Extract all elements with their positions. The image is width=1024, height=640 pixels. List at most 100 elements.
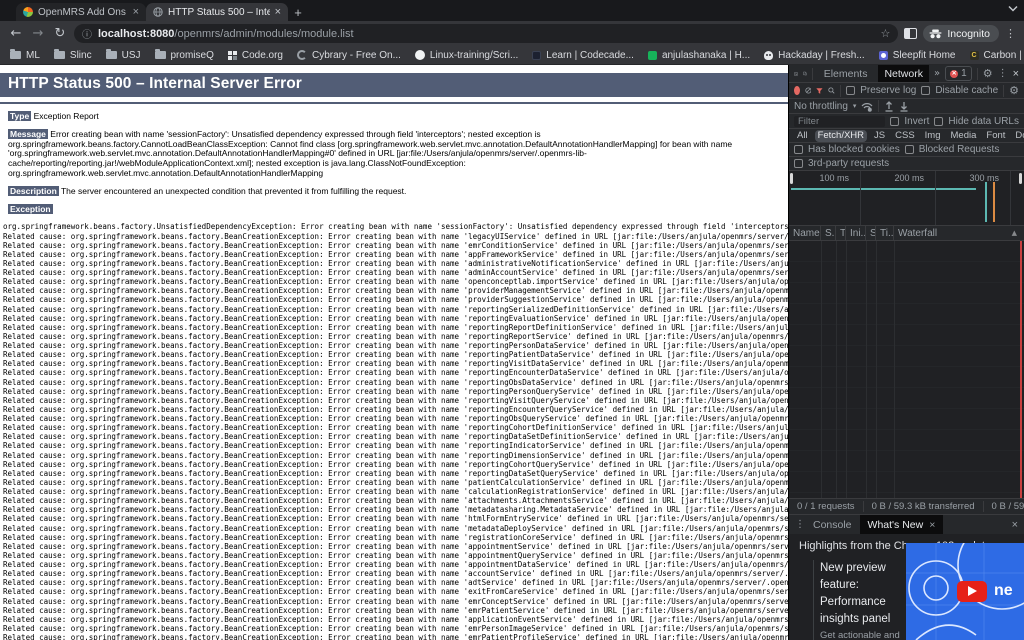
openmrs-favicon: [23, 7, 33, 17]
preserve-log-checkbox[interactable]: [846, 86, 856, 95]
address-bar[interactable]: ⓘ localhost:8080/openmrs/admin/modules/m…: [74, 24, 899, 43]
load-event-line: [1020, 241, 1022, 498]
column-header-ti[interactable]: Ti...: [876, 226, 894, 240]
reload-icon[interactable]: ↻: [52, 27, 68, 40]
column-header-s[interactable]: S.: [821, 226, 836, 240]
bookmark-ml[interactable]: ML: [10, 49, 40, 61]
export-har-icon[interactable]: [899, 101, 909, 112]
hide-data-urls-checkbox[interactable]: [934, 116, 944, 126]
tab-openmrs-addons[interactable]: OpenMRS Add Ons ×: [16, 3, 146, 21]
filter-input[interactable]: Filter: [794, 115, 886, 127]
import-har-icon[interactable]: [884, 100, 894, 112]
bookmark-anjulashanaka-h[interactable]: anjulashanaka | H...: [647, 50, 750, 61]
network-settings-icon[interactable]: ⚙: [1009, 84, 1019, 97]
tab-network[interactable]: Network: [878, 65, 929, 82]
bookmark-slinc[interactable]: Slinc: [53, 49, 92, 61]
sort-indicator-icon: ▲: [1011, 229, 1017, 237]
devtools-menu-icon[interactable]: ⋮: [998, 68, 1008, 79]
youtube-play-icon[interactable]: [957, 581, 987, 602]
bookmark-usj[interactable]: USJ: [105, 49, 141, 61]
bookmark-hackaday-fresh[interactable]: Hackaday | Fresh...: [764, 50, 865, 61]
tab-title: OpenMRS Add Ons: [38, 6, 126, 18]
bookmark-sleepfit-home[interactable]: Sleepfit Home: [878, 50, 956, 61]
tab-http-status-500[interactable]: HTTP Status 500 – Internal Se ×: [146, 3, 288, 21]
clear-network-log-icon[interactable]: [804, 85, 812, 96]
search-icon[interactable]: [828, 85, 835, 96]
blocked-filters-row: Has blocked cookies Blocked Requests: [789, 143, 1024, 157]
tab-close-icon[interactable]: ×: [133, 6, 139, 18]
requests-table-header: NameS.T.Ini..STi...Waterfall▲: [789, 226, 1024, 241]
drawer-menu-icon[interactable]: ⋮: [795, 519, 805, 530]
bookmark-star-icon[interactable]: ☆: [881, 27, 891, 40]
inspect-element-icon[interactable]: [794, 68, 798, 80]
bookmark-promiseq[interactable]: promiseQ: [154, 49, 214, 61]
tab-search-chevron-icon[interactable]: [1008, 5, 1018, 12]
filter-chip-css[interactable]: CSS: [892, 130, 918, 142]
tab-close-icon[interactable]: ×: [929, 519, 935, 531]
video-thumbnail[interactable]: ne: [906, 543, 1024, 640]
network-conditions-icon[interactable]: [861, 101, 873, 112]
throttling-select[interactable]: No throttling: [794, 101, 848, 112]
divider: [976, 67, 978, 80]
forward-icon[interactable]: →: [30, 27, 46, 40]
column-header-t[interactable]: T.: [836, 226, 846, 240]
timeline-gridline: [1010, 171, 1011, 225]
blocked-requests-label: Blocked Requests: [918, 144, 1000, 155]
filter-chip-all[interactable]: All: [794, 130, 811, 142]
error-count-badge[interactable]: ✕ 1: [945, 66, 972, 81]
bookmark-label: promiseQ: [170, 49, 214, 61]
feature-title: New preview feature: Performance insight…: [820, 562, 891, 625]
devtools-settings-icon[interactable]: ⚙: [983, 67, 993, 80]
devtools-close-icon[interactable]: ×: [1013, 68, 1019, 80]
invert-label: Invert: [904, 115, 930, 127]
timeline-tick-label: 100 ms: [819, 173, 849, 183]
network-status-bar: 0 / 1 requests 0 B / 59.3 kB transferred…: [789, 498, 1024, 514]
timeline-tick-label: 200 ms: [894, 173, 924, 183]
third-party-checkbox[interactable]: [794, 159, 803, 168]
column-header-ini[interactable]: Ini..: [846, 226, 866, 240]
tab-whats-new[interactable]: What's New ×: [859, 515, 944, 534]
record-network-log-icon[interactable]: [794, 86, 800, 95]
drawer-close-icon[interactable]: ×: [1012, 519, 1018, 531]
bookmark-carbon-create-a[interactable]: C Carbon | Create a...: [969, 50, 1024, 61]
filter-chip-doc[interactable]: Doc: [1012, 130, 1024, 142]
column-header-s[interactable]: S: [866, 226, 876, 240]
column-header-waterfall[interactable]: Waterfall: [894, 226, 1024, 240]
bookmark-label: Code.org: [241, 49, 283, 61]
device-toolbar-icon[interactable]: [802, 68, 807, 79]
tab-elements[interactable]: Elements: [818, 65, 874, 82]
filter-chip-font[interactable]: Font: [983, 130, 1008, 142]
tab-close-icon[interactable]: ×: [275, 6, 281, 18]
network-overview-timeline[interactable]: 100 ms 200 ms 300 ms: [789, 171, 1024, 226]
bookmark-linux-training-scri[interactable]: Linux-training/Scri...: [414, 50, 518, 61]
column-header-name[interactable]: Name: [789, 226, 821, 240]
site-info-icon[interactable]: ⓘ: [82, 26, 92, 41]
filter-funnel-icon[interactable]: [816, 86, 824, 96]
new-tab-button[interactable]: +: [288, 3, 308, 21]
browser-menu-icon[interactable]: ⋮: [1005, 27, 1016, 40]
overview-right-handle[interactable]: [1019, 173, 1022, 184]
has-blocked-cookies-checkbox[interactable]: [794, 145, 803, 154]
filter-chip-img[interactable]: Img: [922, 130, 944, 142]
filter-chip-fetch-xhr[interactable]: Fetch/XHR: [814, 129, 868, 142]
more-panels-icon[interactable]: »: [934, 68, 940, 79]
whats-new-card[interactable]: New preview feature: Performance insight…: [813, 560, 905, 640]
side-panel-icon[interactable]: [904, 28, 918, 39]
tab-console[interactable]: Console: [813, 519, 852, 531]
back-icon[interactable]: ←: [8, 27, 24, 40]
description-value: The server encountered an unexpected con…: [60, 185, 407, 196]
bookmark-label: Cybrary - Free On...: [312, 49, 401, 61]
preserve-log-label: Preserve log: [860, 85, 917, 96]
bookmark-code-org[interactable]: Code.org: [227, 49, 283, 61]
filter-chip-media[interactable]: Media: [948, 130, 980, 142]
bookmark-cybrary-free-on[interactable]: Cybrary - Free On...: [297, 50, 401, 61]
filter-chip-js[interactable]: JS: [871, 130, 888, 142]
invert-checkbox[interactable]: [890, 116, 900, 126]
disable-cache-checkbox[interactable]: [921, 86, 931, 95]
divider: [0, 102, 788, 104]
disable-cache-label: Disable cache: [935, 85, 999, 96]
overview-left-handle[interactable]: [790, 173, 793, 184]
bookmark-learn-codecade[interactable]: Learn | Codecade...: [532, 50, 634, 61]
blocked-requests-checkbox[interactable]: [904, 145, 914, 154]
requests-table-body[interactable]: [789, 241, 1024, 498]
